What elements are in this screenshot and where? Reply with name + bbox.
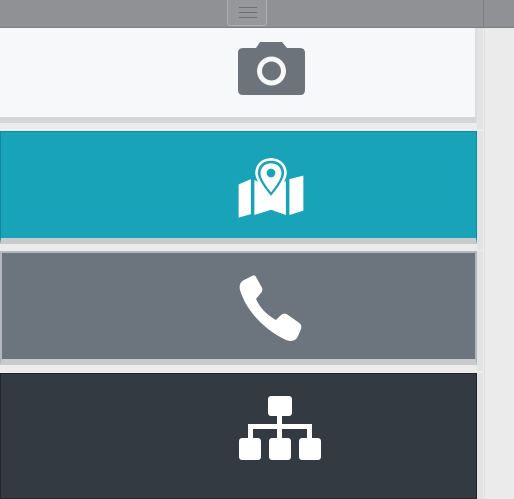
tile-maps[interactable] bbox=[0, 131, 477, 244]
map-marker-icon bbox=[238, 158, 304, 218]
tile-divider bbox=[477, 131, 483, 250]
sitemap-icon bbox=[239, 396, 321, 460]
tile-phone[interactable] bbox=[0, 251, 477, 365]
tile-divider bbox=[477, 28, 483, 129]
tile-sitemap[interactable] bbox=[0, 373, 477, 499]
tile-camera[interactable] bbox=[0, 28, 477, 123]
phone-icon bbox=[239, 275, 302, 341]
scrollbar-track[interactable] bbox=[484, 28, 514, 499]
toolbar-divider bbox=[483, 0, 484, 27]
camera-icon bbox=[238, 42, 305, 95]
top-toolbar bbox=[0, 0, 514, 28]
tile-divider bbox=[477, 251, 483, 371]
tile-divider bbox=[477, 373, 483, 499]
menu-toggle-button[interactable] bbox=[227, 0, 267, 26]
